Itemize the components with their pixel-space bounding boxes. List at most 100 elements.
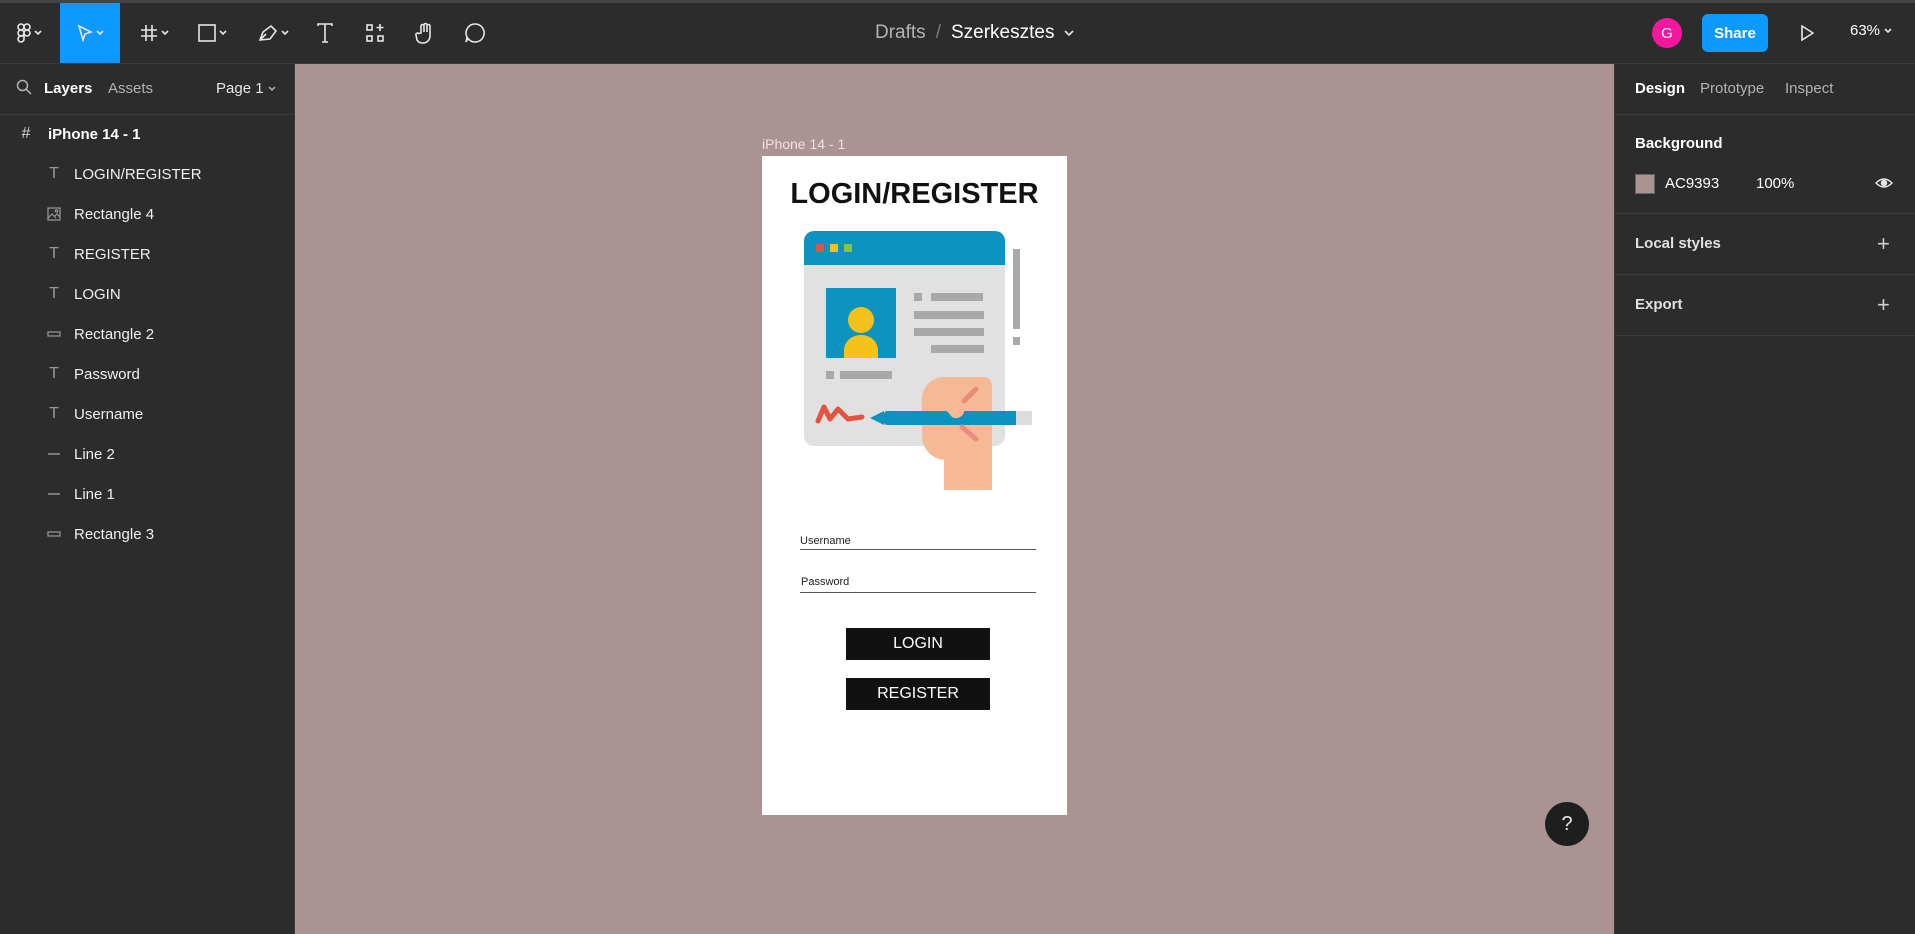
breadcrumb: Drafts / Szerkesztes bbox=[875, 20, 1075, 46]
chevron-down-icon bbox=[280, 30, 289, 36]
help-button[interactable]: ? bbox=[1545, 802, 1589, 846]
register-button[interactable]: REGISTER bbox=[846, 678, 990, 710]
layer-item[interactable]: T LOGIN bbox=[0, 274, 295, 314]
username-underline[interactable] bbox=[800, 549, 1036, 550]
zoom-level: 63% bbox=[1850, 22, 1881, 39]
file-name[interactable]: Szerkesztes bbox=[951, 22, 1054, 44]
present-button[interactable] bbox=[1790, 14, 1824, 52]
add-local-style-icon[interactable]: + bbox=[1877, 233, 1890, 255]
tab-layers[interactable]: Layers bbox=[44, 80, 92, 97]
page-selector[interactable]: Page 1 bbox=[216, 80, 276, 97]
play-icon bbox=[1801, 25, 1814, 41]
tab-design[interactable]: Design bbox=[1635, 80, 1685, 97]
figma-logo-icon bbox=[16, 23, 31, 43]
chevron-down-icon bbox=[1884, 27, 1892, 33]
main-menu-button[interactable] bbox=[8, 3, 50, 63]
layer-item[interactable]: T LOGIN/REGISTER bbox=[0, 154, 295, 194]
pen-icon bbox=[258, 24, 277, 41]
frame-hash-icon bbox=[140, 25, 157, 41]
page-name: Page 1 bbox=[216, 80, 264, 97]
chevron-down-icon bbox=[160, 30, 169, 36]
share-button[interactable]: Share bbox=[1702, 14, 1768, 52]
pen-tool-button[interactable] bbox=[250, 3, 296, 63]
comment-tool-button[interactable] bbox=[458, 3, 492, 63]
screen-title: LOGIN/REGISTER bbox=[790, 178, 1039, 210]
background-hex-input[interactable]: AC9393 bbox=[1665, 175, 1719, 192]
rectangle-layer-icon bbox=[44, 324, 64, 344]
layer-name: Rectangle 2 bbox=[74, 325, 155, 343]
layer-item-frame[interactable]: # iPhone 14 - 1 bbox=[0, 114, 295, 154]
background-color-swatch[interactable] bbox=[1635, 174, 1655, 194]
layer-name: iPhone 14 - 1 bbox=[48, 125, 141, 143]
line-layer-icon bbox=[44, 444, 64, 464]
chevron-down-icon bbox=[218, 30, 227, 36]
layer-item[interactable]: T REGISTER bbox=[0, 234, 295, 274]
text-layer-icon: T bbox=[49, 365, 59, 382]
export-section: Export + bbox=[1615, 275, 1915, 336]
search-icon[interactable] bbox=[16, 79, 32, 95]
background-opacity-input[interactable]: 100% bbox=[1756, 175, 1794, 192]
layer-name: Username bbox=[74, 405, 144, 423]
text-layer-icon: T bbox=[49, 405, 59, 422]
line-layer-icon bbox=[44, 484, 64, 504]
layer-name: LOGIN/REGISTER bbox=[74, 165, 202, 183]
right-panel-tabs: Design Prototype Inspect bbox=[1615, 64, 1915, 115]
chevron-down-icon bbox=[268, 85, 276, 91]
text-tool-button[interactable] bbox=[308, 3, 342, 63]
export-heading: Export bbox=[1635, 296, 1683, 313]
tab-assets[interactable]: Assets bbox=[108, 80, 153, 97]
text-layer-icon: T bbox=[49, 165, 59, 182]
layer-item[interactable]: Line 2 bbox=[0, 434, 295, 474]
canvas[interactable]: iPhone 14 - 1 LOGIN/REGISTER Username Pa… bbox=[295, 64, 1614, 934]
rectangle-layer-icon bbox=[44, 524, 64, 544]
background-heading: Background bbox=[1635, 135, 1723, 152]
chevron-down-icon bbox=[33, 30, 42, 36]
comment-icon bbox=[465, 23, 485, 43]
layer-item[interactable]: Rectangle 3 bbox=[0, 514, 295, 554]
layer-name: LOGIN bbox=[74, 285, 121, 303]
chevron-down-icon[interactable] bbox=[1064, 29, 1075, 37]
move-tool-button[interactable] bbox=[60, 3, 120, 63]
left-panel-tabs: Layers Assets Page 1 bbox=[0, 64, 295, 115]
frame-label[interactable]: iPhone 14 - 1 bbox=[762, 136, 845, 152]
layer-item[interactable]: T Password bbox=[0, 354, 295, 394]
move-cursor-icon bbox=[77, 24, 93, 42]
layer-item[interactable]: T Username bbox=[0, 394, 295, 434]
add-export-icon[interactable]: + bbox=[1877, 294, 1890, 316]
layer-name: Rectangle 4 bbox=[74, 205, 155, 223]
chevron-down-icon bbox=[95, 30, 104, 36]
tab-inspect[interactable]: Inspect bbox=[1785, 80, 1833, 97]
tab-prototype[interactable]: Prototype bbox=[1700, 80, 1764, 97]
resources-tool-button[interactable] bbox=[358, 3, 392, 63]
layer-name: REGISTER bbox=[74, 245, 151, 263]
hand-tool-button[interactable] bbox=[408, 3, 442, 63]
layer-item[interactable]: Rectangle 2 bbox=[0, 314, 295, 354]
frame-tool-button[interactable] bbox=[132, 3, 176, 63]
rectangle-icon bbox=[197, 24, 216, 42]
layer-name: Line 2 bbox=[74, 445, 115, 463]
registration-form-illustration bbox=[804, 231, 1032, 490]
layer-item[interactable]: Rectangle 4 bbox=[0, 194, 295, 234]
layers-panel: Layers Assets Page 1 # iPhone 14 - 1 T L… bbox=[0, 64, 295, 934]
properties-panel: Design Prototype Inspect Background AC93… bbox=[1614, 64, 1915, 934]
layer-name: Rectangle 3 bbox=[74, 525, 155, 543]
text-layer-icon: T bbox=[49, 285, 59, 302]
shape-tool-button[interactable] bbox=[190, 3, 234, 63]
local-styles-section: Local styles + bbox=[1615, 214, 1915, 275]
toolbar: Drafts / Szerkesztes G Share 63% bbox=[0, 0, 1915, 64]
login-button[interactable]: LOGIN bbox=[846, 628, 990, 660]
zoom-control[interactable]: 63% bbox=[1850, 22, 1892, 39]
layer-item[interactable]: Line 1 bbox=[0, 474, 295, 514]
username-label: Username bbox=[800, 535, 851, 547]
user-avatar[interactable]: G bbox=[1652, 18, 1682, 48]
breadcrumb-drafts-link[interactable]: Drafts bbox=[875, 22, 926, 44]
local-styles-heading: Local styles bbox=[1635, 235, 1721, 252]
iphone-frame[interactable]: LOGIN/REGISTER Username Password LOGIN R… bbox=[762, 156, 1067, 815]
layer-name: Password bbox=[74, 365, 140, 383]
breadcrumb-separator: / bbox=[935, 22, 941, 43]
image-layer-icon bbox=[44, 204, 64, 224]
password-underline[interactable] bbox=[800, 592, 1036, 593]
eye-icon[interactable] bbox=[1875, 174, 1893, 192]
password-label: Password bbox=[801, 576, 850, 588]
frame-hash-icon: # bbox=[21, 125, 31, 142]
